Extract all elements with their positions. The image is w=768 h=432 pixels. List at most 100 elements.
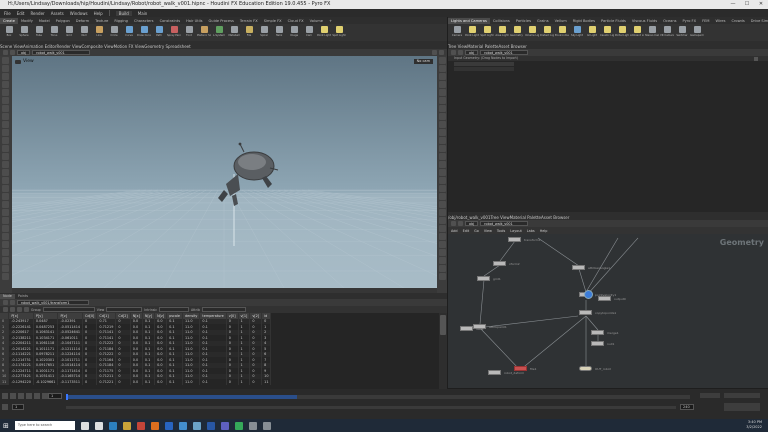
photoshop-icon[interactable] [164,421,173,430]
tab-characters[interactable]: Characters [131,18,157,24]
table-cell[interactable]: 0.71221 [96,379,117,385]
menu-item[interactable]: File [4,11,11,16]
taskview-icon[interactable] [94,421,103,430]
tab-polygon[interactable]: Polygon [53,18,73,24]
spotify-icon[interactable] [234,421,243,430]
network-node[interactable] [579,366,592,371]
viewport-tool-icon[interactable] [2,209,9,216]
desktop-selector[interactable]: Build [115,10,132,16]
viewport-tool-icon[interactable] [438,169,446,176]
viewport-tool-icon[interactable] [2,265,9,272]
viewport-tool-icon[interactable] [2,185,9,192]
shelf-tool-cam[interactable]: Cam [302,25,316,40]
viewport-tool-icon[interactable] [2,177,9,184]
step-forward-icon[interactable] [34,393,40,399]
keyframe-controls[interactable] [724,393,760,398]
table-cell[interactable]: 0.71222 [96,351,117,357]
viewport-tool-icon[interactable] [438,153,446,160]
table-cell[interactable]: -0.2138211 [8,335,34,341]
tab-simple-fx[interactable]: Simple FX [261,18,285,24]
network-node[interactable] [460,326,473,331]
network-menu-layout[interactable]: Layout [510,229,522,233]
shelf-tool-ambient-light[interactable]: Ambient Light [630,25,644,40]
table-cell[interactable]: 0.71184 [96,346,117,352]
shelf-tool-file[interactable]: File [242,25,256,40]
input-geometry-field[interactable] [454,62,514,66]
viewport-tool-icon[interactable] [2,145,9,152]
shelf-tool-path[interactable]: Path [152,25,166,40]
chrome-icon[interactable] [136,421,145,430]
shelf-tool-null[interactable]: Null [77,25,91,40]
tab-volume[interactable]: Volume [307,18,326,24]
minimize-icon[interactable]: — [726,0,740,9]
shelf-tool-sky-light[interactable]: Sky Light [570,25,584,40]
table-cell[interactable]: 0.71184 [96,362,117,368]
menu-item[interactable]: Render [30,11,44,16]
vertices-icon[interactable] [10,307,15,312]
back-icon[interactable] [3,300,8,305]
viewport-tool-icon[interactable] [2,193,9,200]
viewport-tool-icon[interactable] [438,105,446,112]
close-icon[interactable]: ✕ [754,0,768,9]
shelf-tool-metaball[interactable]: Metaball [227,25,241,40]
table-cell[interactable]: -0.1165714 [57,373,84,379]
viewport-tool-icon[interactable] [2,217,9,224]
houdini-icon[interactable] [150,421,159,430]
shelf-tool-stereo-camera[interactable]: Stereo Camera [645,25,659,40]
primitives-icon[interactable] [17,307,22,312]
viewport-tool-icon[interactable] [438,265,446,272]
jump-start-icon[interactable] [2,393,8,399]
tab-drive-simulation[interactable]: Drive Simulation [748,18,768,24]
viewport-tool-icon[interactable] [438,97,446,104]
viewport-tool-icon[interactable] [438,161,446,168]
camera-menu[interactable]: No cam [413,59,433,64]
table-cell[interactable]: 0.0 [130,379,143,385]
viewport-tool-icon[interactable] [2,129,9,136]
viewport-tool-icon[interactable] [2,57,9,64]
tab-hair-utils[interactable]: Hair Utils [183,18,205,24]
table-cell[interactable]: 11 [0,379,10,385]
tab-viscous-fluids[interactable]: Viscous Fluids [629,18,660,24]
table-cell[interactable]: -0.1171414 [57,368,84,374]
viewport-tool-icon[interactable] [438,273,446,280]
viewport-tool-icon[interactable] [2,201,9,208]
forward-icon[interactable] [458,221,463,226]
main-shelf-set[interactable]: Main [138,11,148,16]
timeline-track[interactable] [66,394,690,400]
table-cell[interactable]: -0.1224114 [57,351,84,357]
viewport-tool-icon[interactable] [438,89,446,96]
table-cell[interactable]: -0.1224711 [8,368,34,374]
shelf-tool-area-light[interactable]: Area Light [495,25,509,40]
back-icon[interactable] [3,50,8,55]
tab-pyro-fx[interactable]: Pyro FX [680,18,700,24]
viewport-tool-icon[interactable] [2,257,9,264]
network-node[interactable] [579,290,593,299]
steam-icon[interactable] [248,421,257,430]
table-cell[interactable]: -0.2204211 [8,340,34,346]
shelf-tool-environment-light[interactable]: Environment Light [555,25,569,40]
viewport-tool-icon[interactable] [2,169,9,176]
viewport-tool-icon[interactable] [2,81,9,88]
store-icon[interactable] [192,421,201,430]
tab-cloud-fx[interactable]: Cloud FX [285,18,307,24]
table-cell[interactable]: -0.1047111 [57,340,84,346]
tab-particles[interactable]: Particles [513,18,534,24]
viewport-view-label[interactable]: View [15,59,34,64]
menu-item[interactable]: Windows [70,11,88,16]
attrib-field[interactable] [201,307,246,312]
shelf-tool-spot-light[interactable]: Spot Light [332,25,346,40]
shelf-tool-line[interactable]: Line [92,25,106,40]
viewport-tool-icon[interactable] [438,225,446,232]
table-cell[interactable]: 0.71141 [96,329,117,335]
shelf-tool-switcher[interactable]: Switcher [675,25,689,40]
viewport-tool-icon[interactable] [2,97,9,104]
word-icon[interactable] [206,421,215,430]
table-cell[interactable]: 0.1 [142,379,156,385]
shelf-tool-caustic-light[interactable]: Caustic Light [600,25,614,40]
current-frame-field[interactable]: 1 [48,393,62,399]
shelf-tool-helix[interactable]: Helix [272,25,286,40]
scene-viewport[interactable]: View No cam [12,56,437,288]
shelf-tool-point-light[interactable]: Point Light [317,25,331,40]
shelf-tool-sphere[interactable]: Sphere [17,25,31,40]
viewport-tool-icon[interactable] [2,89,9,96]
